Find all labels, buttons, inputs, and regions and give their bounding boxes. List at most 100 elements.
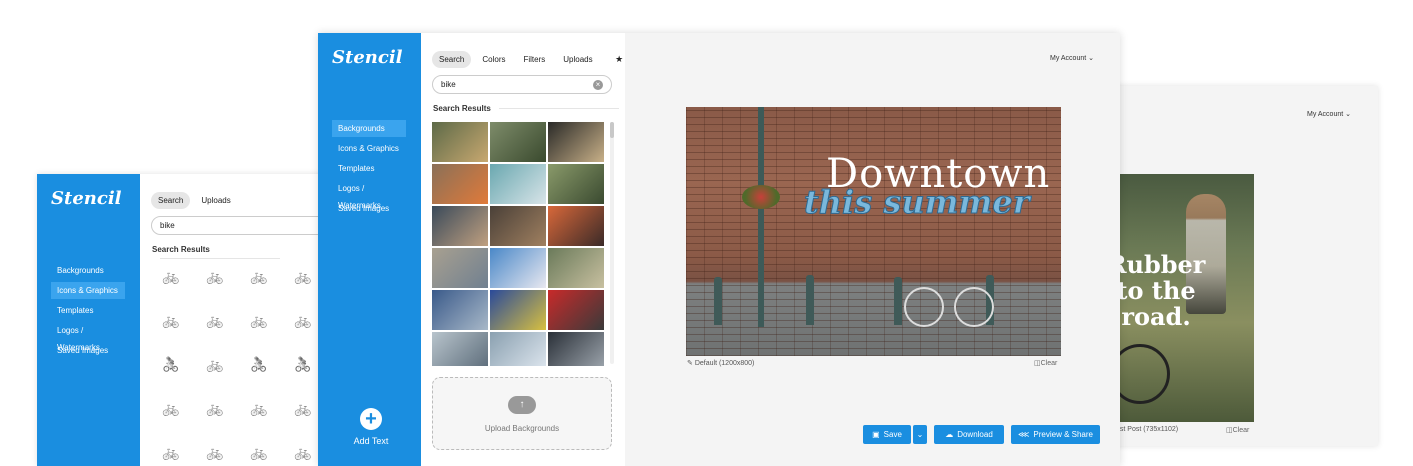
result-thumbnail[interactable] [432, 248, 488, 288]
result-thumbnail[interactable] [548, 290, 604, 330]
account-menu[interactable]: My Account ⌄ [1307, 110, 1351, 118]
bicycle-icon[interactable]: 🚲 [153, 396, 189, 420]
trash-icon: ◫ [1226, 427, 1233, 434]
bicycle-icon[interactable]: 🚴 [241, 352, 277, 376]
account-label: My Account [1307, 111, 1344, 118]
nav-item[interactable]: Logos / Watermarks [332, 180, 406, 210]
bicycle-icon[interactable]: 🚲 [285, 264, 321, 288]
bollard [894, 277, 902, 325]
result-thumbnail[interactable] [432, 206, 488, 246]
add-text-button[interactable]: + Add Text [349, 408, 393, 446]
tab-uploads[interactable]: Uploads [556, 51, 599, 68]
search-input[interactable]: bike [151, 216, 327, 235]
scrollbar[interactable] [610, 122, 614, 364]
bicycle-icon[interactable]: 🚴 [285, 352, 321, 376]
nav-item[interactable]: Saved Images [332, 200, 406, 217]
chevron-down-icon: ⌄ [916, 430, 924, 439]
trash-icon: ◫ [1034, 360, 1041, 367]
result-thumbnail[interactable] [490, 164, 546, 204]
bicycle-icon[interactable]: 🚲 [197, 308, 233, 332]
result-thumbnail[interactable] [490, 290, 546, 330]
result-thumbnail[interactable] [432, 332, 488, 366]
result-thumbnail[interactable] [548, 248, 604, 288]
nav-item[interactable]: Templates [51, 302, 125, 319]
nav-item[interactable]: Backgrounds [51, 262, 125, 279]
nav-item[interactable]: Logos / Watermarks [51, 322, 125, 352]
bicycle-icon[interactable]: 🚲 [241, 308, 277, 332]
bicycle-icon[interactable]: 🚲 [241, 396, 277, 420]
result-thumbnail[interactable] [490, 248, 546, 288]
flower-basket [742, 185, 780, 209]
result-thumbnail[interactable] [548, 122, 604, 162]
bicycle-icon[interactable]: 🚲 [241, 264, 277, 288]
search-panel: Search Colors Filters Uploads ★ bike × Sear… [421, 33, 625, 466]
chevron-down-icon: ⌄ [1345, 111, 1352, 118]
bicycle-wheel [904, 287, 944, 327]
size-label: est Post (735x1102) [1116, 426, 1179, 433]
bicycle-icon[interactable]: 🚲 [197, 264, 233, 288]
result-thumbnail[interactable] [490, 332, 546, 366]
upload-label: Upload Backgrounds [484, 424, 560, 433]
bicycle-icon[interactable]: 🚲 [197, 352, 233, 376]
bicycle-icon[interactable]: 🚲 [197, 440, 233, 464]
clear-button[interactable]: ◫Clear [1034, 359, 1057, 367]
nav-item[interactable]: Templates [332, 160, 406, 177]
clear-search-icon[interactable]: × [593, 79, 603, 90]
scrollbar-thumb[interactable] [610, 122, 614, 138]
bicycle-wheel [954, 287, 994, 327]
tab-filters[interactable]: Filters [516, 51, 552, 68]
bicycle-icon[interactable]: 🚲 [285, 440, 321, 464]
nav-item[interactable]: Icons & Graphics [51, 282, 125, 299]
left-nav: Backgrounds Icons & Graphics Templates Logo… [51, 262, 125, 362]
tab-search[interactable]: Search [432, 51, 472, 68]
bicycle-icon[interactable]: 🚴 [153, 352, 189, 376]
bicycle-icon[interactable]: 🚲 [241, 440, 277, 464]
chevron-down-icon: ⌄ [1088, 55, 1095, 62]
search-input[interactable]: bike × [432, 75, 612, 94]
bicycle-icon[interactable]: 🚲 [153, 264, 189, 288]
nav-item[interactable]: Backgrounds [332, 120, 406, 137]
cloud-upload-icon: ↑ [508, 396, 536, 414]
upload-backgrounds-dropzone[interactable]: ↑ Upload Backgrounds [432, 377, 612, 450]
plus-circle-icon: + [360, 408, 382, 430]
main-tabs: Search Colors Filters Uploads ★ [432, 49, 634, 69]
results-grid [432, 122, 608, 366]
nav-item[interactable]: Saved Images [51, 342, 125, 359]
save-icon: ▣ [872, 430, 880, 439]
canvas-image[interactable]: Downtown this summer [686, 107, 1061, 356]
result-thumbnail[interactable] [490, 206, 546, 246]
clear-button[interactable]: ◫Clear [1226, 426, 1249, 434]
bicycle-icon[interactable]: 🚲 [197, 396, 233, 420]
result-thumbnail[interactable] [548, 332, 604, 366]
logo[interactable]: Stencil [51, 188, 122, 209]
save-button[interactable]: ▣ Save [863, 425, 911, 444]
tab-search[interactable]: Search [151, 192, 191, 209]
tab-colors[interactable]: Colors [475, 51, 512, 68]
cloud-download-icon: ☁ [945, 430, 954, 439]
bicycle-icon[interactable]: 🚲 [153, 308, 189, 332]
bollard [806, 275, 814, 325]
logo[interactable]: Stencil [332, 47, 403, 68]
lamp-post [758, 107, 764, 327]
result-thumbnail[interactable] [490, 122, 546, 162]
tab-uploads[interactable]: Uploads [194, 192, 237, 209]
nav-item[interactable]: Icons & Graphics [332, 140, 406, 157]
download-button[interactable]: ☁ Download [934, 425, 1004, 444]
result-thumbnail[interactable] [432, 290, 488, 330]
result-thumbnail[interactable] [432, 164, 488, 204]
result-thumbnail[interactable] [548, 164, 604, 204]
search-value: bike [441, 80, 456, 89]
pencil-icon: ✎ [687, 360, 693, 367]
save-options-button[interactable]: ⌄ [913, 425, 927, 444]
preview-share-button[interactable]: ⋘ Preview & Share [1011, 425, 1100, 444]
result-thumbnail[interactable] [432, 122, 488, 162]
left-editor-window: Stencil Backgrounds Icons & Graphics Templ… [37, 174, 327, 466]
bicycle-icon[interactable]: 🚲 [153, 440, 189, 464]
add-text-label: Add Text [353, 436, 389, 446]
main-sidebar: Stencil Backgrounds Icons & Graphics Templ… [318, 33, 421, 466]
account-label: My Account [1050, 55, 1087, 62]
account-menu[interactable]: My Account ⌄ [1050, 54, 1094, 62]
bicycle-icon[interactable]: 🚲 [285, 396, 321, 420]
result-thumbnail[interactable] [548, 206, 604, 246]
bicycle-icon[interactable]: 🚲 [285, 308, 321, 332]
